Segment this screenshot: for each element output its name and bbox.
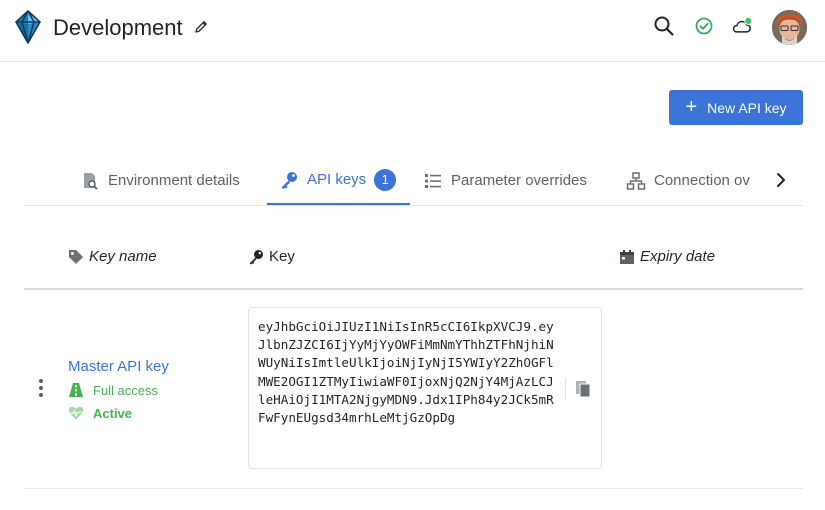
access-level: Full access	[68, 382, 158, 398]
check-circle-icon[interactable]	[693, 15, 715, 37]
more-options-icon[interactable]	[36, 378, 46, 398]
table-header: Key name Key Expiry date	[24, 230, 803, 290]
api-key-value[interactable]: eyJhbGciOiJIUzI1NiIsInR5cCI6IkpXVCJ9.eyJ…	[258, 318, 558, 427]
avatar[interactable]	[772, 10, 807, 45]
column-label: Key name	[89, 248, 157, 265]
search-icon[interactable]	[653, 15, 675, 37]
column-key-name[interactable]: Key name	[68, 248, 157, 265]
tag-icon	[69, 249, 83, 264]
heartbeat-icon	[68, 406, 84, 420]
status-badge: Active	[68, 405, 132, 421]
plus-icon: +	[685, 95, 698, 118]
edit-icon[interactable]	[193, 19, 209, 35]
tab-connection-overrides[interactable]: Connection ov	[626, 156, 760, 205]
access-label: Full access	[93, 382, 159, 398]
calendar-icon	[620, 249, 634, 264]
column-label: Key	[269, 248, 295, 265]
table-row: Master API key Full access Active eyJhbG…	[24, 290, 803, 489]
logo-icon[interactable]	[14, 10, 42, 44]
app-header: Development	[0, 0, 825, 62]
tab-label: API keys	[307, 171, 367, 188]
tab-label: Parameter overrides	[451, 172, 587, 189]
key-name-link[interactable]: Master API key	[68, 358, 169, 375]
document-search-icon	[84, 172, 98, 190]
cloud-icon[interactable]	[731, 15, 753, 37]
divider	[565, 378, 566, 400]
count-badge: 1	[374, 168, 397, 191]
copy-icon[interactable]	[573, 379, 593, 399]
column-expiry-date[interactable]: Expiry date	[619, 248, 715, 265]
api-key-box: eyJhbGciOiJIUzI1NiIsInR5cCI6IkpXVCJ9.eyJ…	[248, 307, 602, 469]
page-title: Development	[53, 15, 183, 40]
tab-environment-details[interactable]: Environment details	[80, 156, 240, 205]
tab-parameter-overrides[interactable]: Parameter overrides	[423, 156, 587, 205]
tab-label: Environment details	[108, 172, 240, 189]
tab-label: Connection ov	[654, 172, 750, 189]
chevron-right-icon[interactable]	[772, 170, 790, 190]
network-icon	[626, 171, 646, 190]
tab-bar: Environment details API keys 1 Parameter…	[24, 156, 803, 206]
new-api-key-button[interactable]: + New API key	[669, 90, 803, 125]
status-label: Active	[93, 405, 133, 421]
column-key[interactable]: Key	[248, 248, 295, 265]
list-icon	[425, 173, 441, 188]
key-icon	[249, 249, 263, 264]
column-label: Expiry date	[640, 248, 716, 265]
road-icon	[69, 383, 83, 397]
key-icon	[281, 171, 297, 189]
new-api-key-label: New API key	[707, 99, 787, 116]
tab-api-keys[interactable]: API keys 1	[267, 156, 410, 205]
